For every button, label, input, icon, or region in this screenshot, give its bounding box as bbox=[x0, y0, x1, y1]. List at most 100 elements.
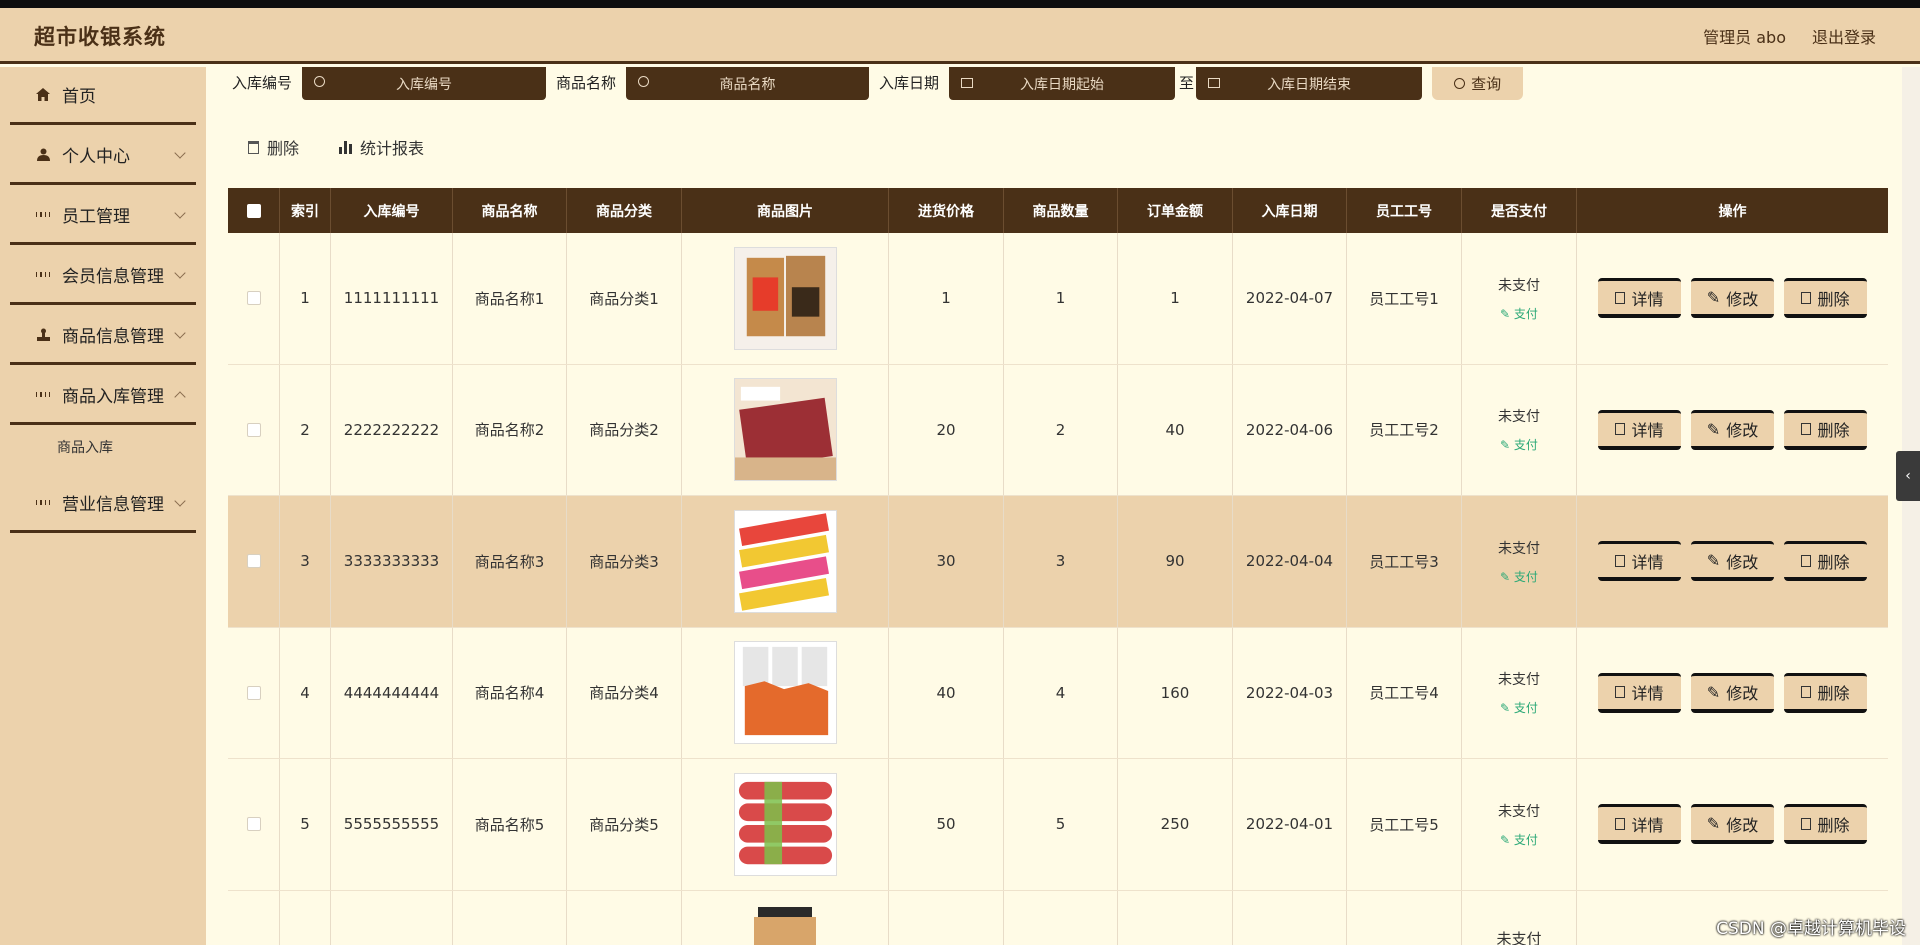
payment-status: 未支付 bbox=[1498, 409, 1540, 426]
table-row[interactable]: 5 5555555555 商品名称5 商品分类5 50 5 250 2022-0… bbox=[228, 759, 1888, 891]
name-search-input[interactable]: 商品名称 bbox=[626, 67, 870, 100]
col-header: 商品图片 bbox=[682, 188, 889, 233]
detail-label: 详情 bbox=[1631, 552, 1664, 572]
delete-button[interactable]: 删除 bbox=[1784, 804, 1867, 845]
edit-button[interactable]: ✎ 修改 bbox=[1691, 278, 1774, 319]
code-search-input[interactable]: 入库编号 bbox=[302, 67, 547, 100]
sidebar-item-staff[interactable]: 员工管理 bbox=[10, 187, 196, 245]
row-checkbox[interactable] bbox=[246, 422, 261, 437]
grid-icon bbox=[36, 268, 50, 282]
toolbar: 删除 统计报表 bbox=[248, 135, 424, 159]
detail-label: 详情 bbox=[1631, 421, 1664, 441]
cell-price: 20 bbox=[889, 364, 1004, 495]
report-button[interactable]: 统计报表 bbox=[339, 135, 424, 159]
user-icon bbox=[36, 148, 50, 162]
pencil-icon: ✎ bbox=[1706, 682, 1721, 702]
pay-link[interactable]: ✎ 支付 bbox=[1500, 831, 1538, 848]
cell-category: 商品分类3 bbox=[567, 496, 682, 627]
cell-quantity: 2 bbox=[1004, 364, 1118, 495]
document-icon bbox=[1615, 817, 1626, 830]
sidebar-item-personal-center[interactable]: 个人中心 bbox=[10, 127, 196, 185]
detail-button[interactable]: 详情 bbox=[1598, 409, 1681, 450]
sidebar-item-label: 首页 bbox=[62, 87, 96, 107]
admin-user-label[interactable]: 管理员 abo bbox=[1703, 24, 1786, 48]
cell-employee: 员工工号1 bbox=[1347, 233, 1462, 364]
pay-link[interactable]: ✎ 支付 bbox=[1500, 568, 1538, 585]
row-checkbox[interactable] bbox=[246, 817, 261, 832]
product-image-nuts-jar[interactable] bbox=[750, 906, 820, 945]
calendar-icon bbox=[961, 78, 974, 88]
name-label: 商品名称 bbox=[546, 67, 627, 100]
row-checkbox[interactable] bbox=[246, 554, 261, 569]
detail-button[interactable]: 详情 bbox=[1598, 278, 1681, 319]
grid-icon bbox=[36, 388, 50, 402]
vertical-scrollbar[interactable] bbox=[1902, 67, 1920, 945]
cell-amount: 40 bbox=[1118, 364, 1233, 495]
table-row[interactable]: 未支付 bbox=[228, 890, 1888, 945]
table-row[interactable]: 4 4444444444 商品名称4 商品分类4 40 4 160 2022-0… bbox=[228, 627, 1888, 759]
table-row[interactable]: 3 3333333333 商品名称3 商品分类3 30 3 90 2022-04… bbox=[228, 496, 1888, 628]
pay-link[interactable]: ✎ 支付 bbox=[1500, 699, 1538, 716]
edit-label: 修改 bbox=[1726, 289, 1759, 309]
batch-delete-button[interactable]: 删除 bbox=[248, 135, 299, 159]
pay-link[interactable]: ✎ 支付 bbox=[1500, 436, 1538, 453]
trash-icon bbox=[1801, 686, 1812, 699]
cell-name: 商品名称1 bbox=[453, 233, 567, 364]
bar-chart-icon bbox=[339, 140, 353, 154]
document-icon bbox=[1615, 291, 1626, 304]
delete-button[interactable]: 删除 bbox=[1784, 672, 1867, 713]
table-header: 索引 入库编号 商品名称 商品分类 商品图片 进货价格 商品数量 订单金额 入库… bbox=[228, 188, 1888, 233]
product-image-ham-sausage[interactable] bbox=[733, 772, 837, 876]
pay-link-label: 支付 bbox=[1513, 701, 1538, 716]
stock-in-table: 索引 入库编号 商品名称 商品分类 商品图片 进货价格 商品数量 订单金额 入库… bbox=[228, 188, 1888, 945]
sidebar-item-home[interactable]: 首页 bbox=[10, 67, 196, 125]
payment-status: 未支付 bbox=[1498, 803, 1540, 820]
sidebar-item-members[interactable]: 会员信息管理 bbox=[10, 247, 196, 305]
watermark: CSDN @卓越计算机毕设 bbox=[1716, 919, 1906, 939]
pay-link[interactable]: ✎ 支付 bbox=[1500, 305, 1538, 322]
detail-button[interactable]: 详情 bbox=[1598, 804, 1681, 845]
product-image-dried-meat[interactable] bbox=[733, 378, 837, 482]
cell-price: 1 bbox=[889, 233, 1004, 364]
cell-code: 4444444444 bbox=[331, 627, 453, 758]
batch-delete-label: 删除 bbox=[267, 139, 300, 158]
date-end-input[interactable]: 入库日期结束 bbox=[1196, 67, 1423, 100]
chevron-down-icon bbox=[174, 267, 186, 279]
grid-icon bbox=[36, 208, 50, 222]
logout-link[interactable]: 退出登录 bbox=[1812, 24, 1876, 48]
select-all-checkbox[interactable] bbox=[246, 203, 261, 218]
sidebar-item-stock-in[interactable]: 商品入库管理 bbox=[10, 367, 196, 425]
delete-button[interactable]: 删除 bbox=[1784, 409, 1867, 450]
edit-button[interactable]: ✎ 修改 bbox=[1691, 672, 1774, 713]
query-button[interactable]: 查询 bbox=[1432, 67, 1524, 100]
cell-category: 商品分类4 bbox=[567, 627, 682, 758]
submenu-stock-in[interactable]: 商品入库 bbox=[57, 437, 113, 457]
edit-button[interactable]: ✎ 修改 bbox=[1691, 541, 1774, 582]
cell-code: 3333333333 bbox=[331, 496, 453, 627]
row-checkbox[interactable] bbox=[246, 291, 261, 306]
pay-link-label: 支付 bbox=[1513, 569, 1538, 584]
window-top-strip bbox=[0, 0, 1920, 8]
calendar-icon bbox=[1208, 78, 1221, 88]
document-icon bbox=[1615, 554, 1626, 567]
table-row[interactable]: 1 1111111111 商品名称1 商品分类1 1 1 1 2022-04-0… bbox=[228, 233, 1888, 365]
search-icon bbox=[638, 76, 650, 87]
detail-button[interactable]: 详情 bbox=[1598, 541, 1681, 582]
row-checkbox[interactable] bbox=[246, 685, 261, 700]
cell-index: 1 bbox=[280, 233, 331, 364]
cell-actions: 详情 ✎ 修改 删除 bbox=[1577, 233, 1888, 364]
sidebar-item-label: 员工管理 bbox=[62, 207, 130, 227]
edit-button[interactable]: ✎ 修改 bbox=[1691, 804, 1774, 845]
sidebar-item-business[interactable]: 营业信息管理 bbox=[10, 475, 196, 533]
detail-button[interactable]: 详情 bbox=[1598, 672, 1681, 713]
sidebar-item-products[interactable]: 商品信息管理 bbox=[10, 307, 196, 365]
product-image-jerky-pack[interactable] bbox=[733, 246, 837, 350]
product-image-sausage-sticks[interactable] bbox=[733, 509, 837, 613]
table-row[interactable]: 2 2222222222 商品名称2 商品分类2 20 2 40 2022-04… bbox=[228, 364, 1888, 496]
edit-button[interactable]: ✎ 修改 bbox=[1691, 409, 1774, 450]
product-image-spicy-strips[interactable] bbox=[733, 641, 837, 745]
date-start-input[interactable]: 入库日期起始 bbox=[949, 67, 1176, 100]
collapse-panel-button[interactable]: ‹ bbox=[1896, 451, 1920, 501]
delete-button[interactable]: 删除 bbox=[1784, 278, 1867, 319]
delete-button[interactable]: 删除 bbox=[1784, 541, 1867, 582]
